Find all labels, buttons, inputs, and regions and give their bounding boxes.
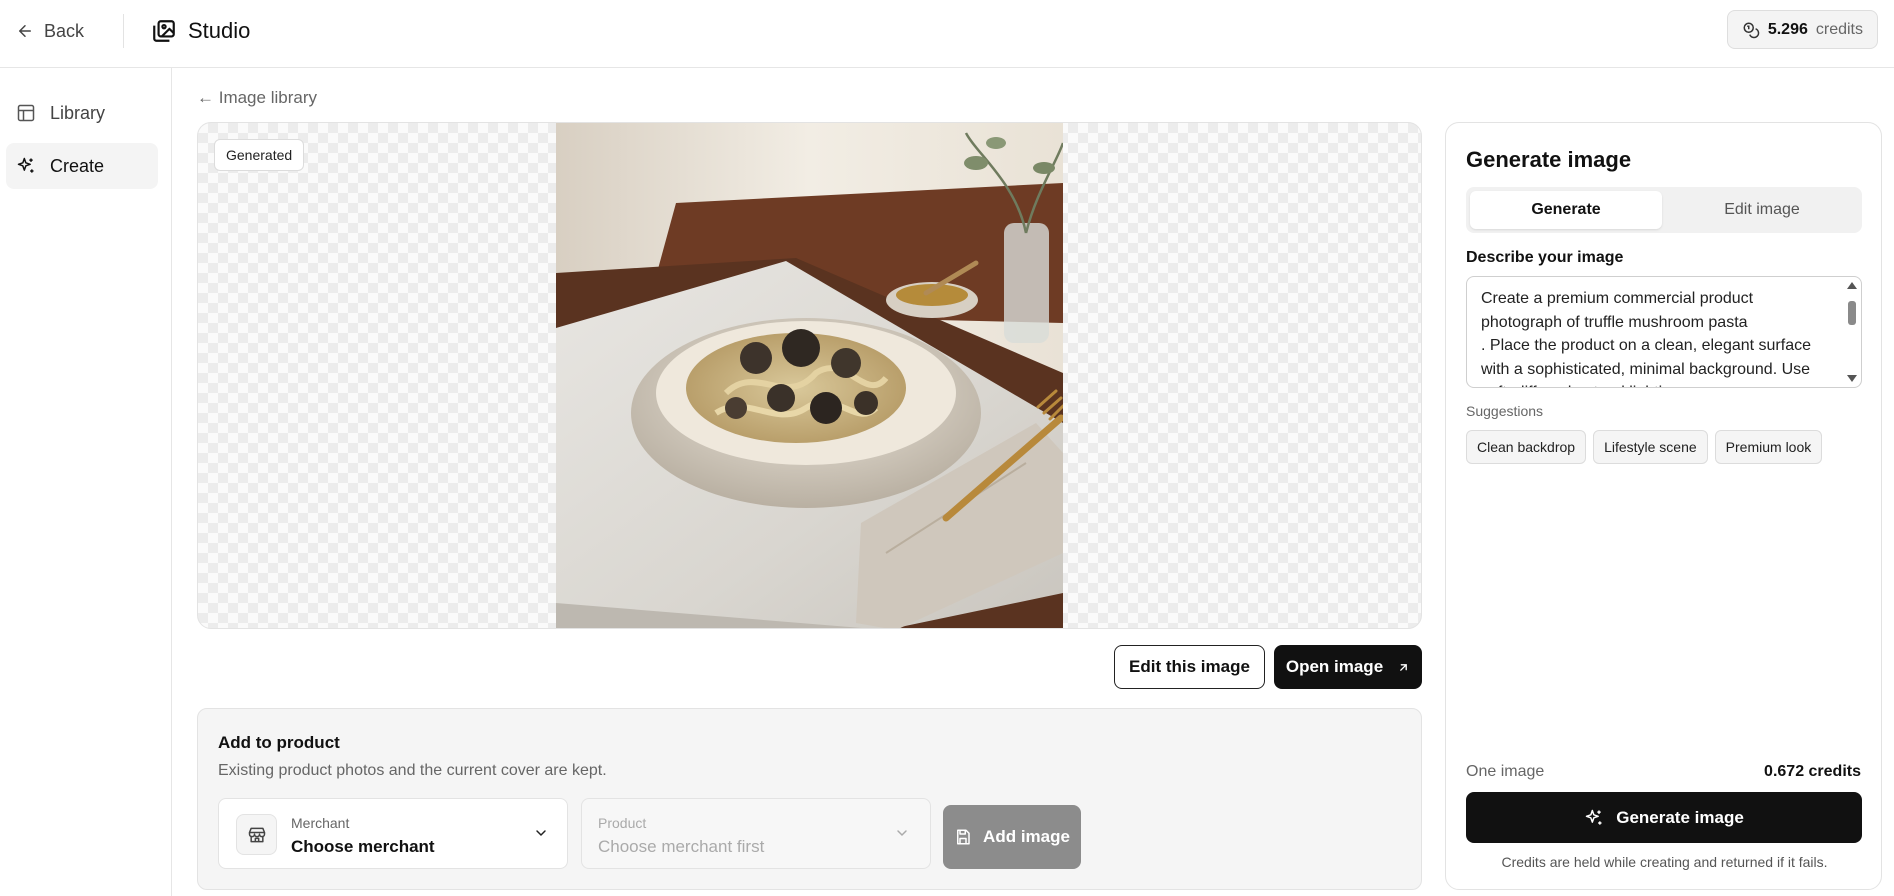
chevron-down-icon — [536, 830, 546, 837]
merchant-value: Choose merchant — [291, 837, 435, 856]
suggestion-chip[interactable]: Lifestyle scene — [1593, 430, 1708, 464]
cost-value: 0.672 credits — [1764, 763, 1861, 780]
prompt-textarea[interactable]: Create a premium commercial product phot… — [1466, 276, 1862, 388]
merchant-select[interactable]: Merchant Choose merchant — [218, 798, 568, 869]
image-canvas: Generated — [197, 122, 1422, 629]
save-icon — [957, 829, 970, 845]
merchant-label: Merchant — [291, 815, 350, 831]
sidebar-item-library[interactable]: Library — [6, 90, 158, 136]
chevron-down-icon — [897, 830, 907, 837]
open-image-button[interactable]: Open image — [1274, 645, 1422, 689]
credits-note: Credits are held while creating and retu… — [1501, 854, 1828, 870]
store-icon — [236, 814, 277, 855]
open-image-label: Open image — [1285, 657, 1384, 676]
one-image-label: One image — [1466, 763, 1545, 780]
sidebar-item-label: Create — [50, 155, 105, 176]
layout-icon — [17, 104, 35, 122]
prompt-scrollbar[interactable] — [1845, 279, 1859, 385]
tab-edit-image[interactable]: Edit image — [1666, 191, 1858, 229]
sidebar: Library Create — [0, 68, 172, 896]
sparkle-icon — [1585, 809, 1602, 825]
suggestion-chip[interactable]: Clean backdrop — [1466, 430, 1587, 464]
generated-image[interactable] — [556, 123, 1063, 628]
arrow-left-icon — [19, 25, 31, 37]
credits-value: 5.296 — [1767, 20, 1808, 38]
brand-title: Studio — [188, 18, 251, 43]
sparkle-icon — [17, 157, 34, 173]
sidebar-item-label: Library — [50, 102, 106, 123]
add-image-label: Add image — [983, 827, 1070, 846]
product-select: Product Choose merchant first — [581, 798, 931, 869]
add-to-product-title: Add to product — [218, 733, 340, 752]
edit-this-image-button[interactable]: Edit this image — [1114, 645, 1265, 689]
describe-label: Describe your image — [1466, 249, 1624, 266]
back-button[interactable]: Back — [16, 18, 84, 44]
sidebar-item-create[interactable]: Create — [6, 143, 158, 189]
suggestion-chip[interactable]: Premium look — [1714, 430, 1823, 464]
product-value: Choose merchant first — [598, 837, 765, 856]
breadcrumb-image-library[interactable]: ← Image library — [197, 88, 317, 108]
brand: Studio — [151, 16, 250, 46]
tab-generate[interactable]: Generate — [1470, 191, 1662, 229]
credits-unit: credits — [1815, 20, 1863, 38]
panel-title: Generate image — [1466, 147, 1632, 172]
add-image-button[interactable]: Add image — [943, 805, 1081, 869]
divider — [123, 14, 124, 48]
prompt-text: Create a premium commercial product phot… — [1481, 290, 1811, 387]
add-to-product-panel: Add to product Existing product photos a… — [197, 708, 1422, 890]
add-to-product-subtitle: Existing product photos and the current … — [218, 762, 607, 779]
suggestions-label: Suggestions — [1466, 403, 1544, 419]
generated-badge: Generated — [214, 139, 305, 171]
suggestion-chips: Clean backdrop Lifestyle scene Premium l… — [1466, 430, 1823, 464]
coins-icon — [1743, 22, 1760, 38]
generate-image-label: Generate image — [1616, 807, 1744, 827]
generate-panel: Generate image Generate Edit image Descr… — [1445, 122, 1882, 890]
image-gallery-icon — [153, 20, 175, 42]
top-bar: Back Studio 5.296 credits — [0, 0, 1894, 68]
mode-tabs: Generate Edit image — [1466, 187, 1862, 233]
product-label: Product — [598, 815, 647, 831]
credits-balance[interactable]: 5.296 credits — [1726, 10, 1878, 49]
external-arrow-icon — [1400, 663, 1408, 671]
generate-image-button[interactable]: Generate image — [1466, 792, 1862, 843]
back-label: Back — [44, 20, 85, 41]
